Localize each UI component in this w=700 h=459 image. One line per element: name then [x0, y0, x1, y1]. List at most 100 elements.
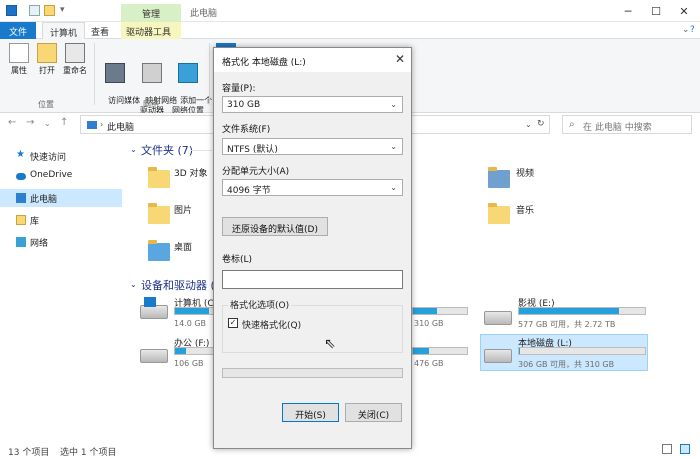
collapse-folders-icon[interactable]: ⌄	[130, 145, 137, 154]
search-box[interactable]: ⌕ 在 此电脑 中搜索	[562, 115, 692, 134]
network-drive-icon	[142, 63, 162, 83]
close-window-button[interactable]: ✕	[670, 0, 698, 22]
new-folder-quick-icon[interactable]	[44, 5, 55, 16]
drive-d-space: 310 GB	[414, 319, 444, 328]
drive-f-icon[interactable]	[140, 349, 168, 363]
format-dialog: 格式化 本地磁盘 (L:) ✕ 容量(P): 310 GB ⌄ 文件系统(F) …	[213, 47, 412, 449]
quick-access-dropdown-icon[interactable]: ▾	[60, 5, 65, 15]
folder-pictures-icon[interactable]	[148, 203, 170, 224]
quick-format-checkbox[interactable]: ✓	[228, 318, 238, 328]
open-folder-icon	[37, 43, 57, 63]
properties-quick-icon[interactable]	[29, 5, 40, 16]
drive-l-usage-bar	[518, 347, 646, 355]
chevron-down-icon: ⌄	[390, 100, 397, 109]
recent-dropdown-icon[interactable]: ⌄	[44, 119, 51, 128]
address-dropdown-icon[interactable]: ⌄	[525, 120, 532, 129]
volume-label-label: 卷标(L)	[222, 255, 253, 265]
allocation-size-value: 4096 字节	[227, 186, 271, 196]
minimize-button[interactable]: ─	[614, 0, 642, 22]
drive-e-space: 577 GB 可用，共 2.72 TB	[518, 320, 616, 329]
format-options-legend: 格式化选项(O)	[228, 298, 292, 311]
forward-arrow-icon[interactable]: →	[26, 117, 34, 128]
drive-usage-fill	[519, 308, 619, 314]
status-selected-count: 选中 1 个项目	[60, 448, 117, 458]
folder-videos-label[interactable]: 视频	[516, 166, 534, 179]
drive-f-space: 106 GB	[174, 359, 204, 368]
folders-section-header[interactable]: 文件夹 (7)	[141, 142, 193, 158]
tab-drive-tools[interactable]: 驱动器工具	[121, 22, 181, 39]
allocation-size-select[interactable]: 4096 字节 ⌄	[222, 179, 403, 196]
nav-item-label: 网络	[30, 239, 49, 249]
folder-music-label[interactable]: 音乐	[516, 203, 534, 216]
devices-section-header[interactable]: 设备和驱动器 (6	[141, 277, 222, 293]
restore-defaults-button[interactable]: 还原设备的默认值(D)	[222, 217, 328, 236]
group-network-label: 网络	[143, 100, 159, 109]
drive-g-space: 476 GB	[414, 359, 444, 368]
refresh-icon[interactable]: ↻	[537, 119, 545, 129]
drive-usage-fill	[175, 308, 210, 314]
properties-button[interactable]: 属性	[6, 43, 32, 76]
drive-e-icon[interactable]	[484, 311, 512, 325]
drive-l-space: 306 GB 可用，共 310 GB	[518, 360, 615, 369]
capacity-select[interactable]: 310 GB ⌄	[222, 96, 403, 113]
open-button[interactable]: 打开	[36, 43, 58, 76]
details-view-icon[interactable]	[662, 444, 672, 454]
window-title: 此电脑	[190, 9, 218, 19]
window-titlebar: ▾ 此电脑 ─ ☐ ✕	[0, 0, 700, 22]
drive-e-usage-bar	[518, 307, 646, 315]
nav-item-quick-access[interactable]: ★ 快速访问	[0, 147, 122, 165]
star-icon: ★	[16, 149, 25, 160]
filesystem-label: 文件系统(F)	[222, 125, 271, 135]
drive-usage-fill	[175, 348, 187, 354]
help-icon[interactable]: ?	[690, 25, 695, 35]
drive-f-usage-bar	[174, 347, 214, 355]
folder-desktop-icon[interactable]	[148, 240, 170, 261]
tab-view[interactable]: 查看	[84, 22, 116, 39]
nav-item-network[interactable]: 网络	[0, 233, 122, 251]
tab-computer[interactable]: 计算机	[42, 22, 86, 40]
nav-item-onedrive[interactable]: OneDrive	[0, 167, 122, 185]
collapse-devices-icon[interactable]: ⌄	[130, 280, 137, 289]
up-arrow-icon[interactable]: ↑	[60, 117, 68, 128]
mouse-cursor-icon: ⇖	[324, 336, 336, 352]
manage-context-header: 管理	[121, 4, 181, 22]
drive-l-icon[interactable]	[484, 349, 512, 363]
chevron-down-icon: ⌄	[390, 142, 397, 151]
ribbon-tabs: 文件 计算机 查看 驱动器工具 ⌄ ?	[0, 22, 700, 40]
tab-file[interactable]: 文件	[0, 22, 36, 39]
ribbon-separator	[209, 43, 210, 105]
folder-videos-icon[interactable]	[488, 167, 510, 188]
nav-item-this-pc[interactable]: 此电脑	[0, 189, 122, 207]
rename-button[interactable]: 重命名	[61, 43, 89, 76]
maximize-button[interactable]: ☐	[642, 0, 670, 22]
folder-desktop-label[interactable]: 桌面	[174, 240, 192, 253]
close-button[interactable]: 关闭(C)	[345, 403, 402, 422]
drive-c-usage-bar	[174, 307, 214, 315]
large-icons-view-icon[interactable]	[680, 444, 690, 454]
rename-icon	[65, 43, 85, 63]
nav-item-libraries[interactable]: 库	[0, 211, 122, 229]
filesystem-value: NTFS (默认)	[227, 145, 278, 155]
volume-label-input[interactable]	[222, 270, 403, 289]
computer-icon	[16, 193, 26, 203]
folder-music-icon[interactable]	[488, 203, 510, 224]
access-media-button[interactable]: 访问媒体	[98, 43, 140, 116]
allocation-size-label: 分配单元大小(A)	[222, 167, 290, 177]
quick-format-label[interactable]: 快速格式化(Q)	[242, 318, 301, 331]
start-button[interactable]: 开始(S)	[282, 403, 339, 422]
folder-3d-objects-icon[interactable]	[148, 167, 170, 188]
folder-3d-objects-label[interactable]: 3D 对象	[174, 166, 208, 179]
breadcrumb-this-pc[interactable]: 此电脑	[107, 120, 134, 133]
app-icon	[6, 5, 17, 16]
folder-pictures-label[interactable]: 图片	[174, 203, 192, 216]
drive-c-icon[interactable]	[140, 305, 168, 319]
ribbon-expand-icon[interactable]: ⌄	[682, 25, 690, 35]
drive-c-space: 14.0 GB	[174, 319, 207, 328]
filesystem-select[interactable]: NTFS (默认) ⌄	[222, 138, 403, 155]
dialog-title: 格式化 本地磁盘 (L:)	[222, 58, 306, 68]
library-icon	[16, 215, 26, 225]
properties-icon	[9, 43, 29, 63]
chevron-down-icon: ⌄	[390, 183, 397, 192]
back-arrow-icon[interactable]: ←	[8, 117, 16, 128]
dialog-close-icon[interactable]: ✕	[392, 52, 408, 66]
